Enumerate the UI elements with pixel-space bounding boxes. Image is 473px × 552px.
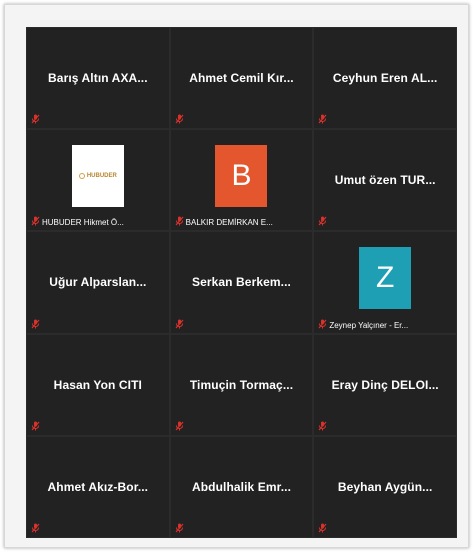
mic-muted-icon xyxy=(318,114,327,124)
participant-initial-avatar: B xyxy=(215,145,268,208)
participant-tile[interactable]: Beyhan Aygün... xyxy=(314,436,456,537)
participant-name: Uğur Alparslan... xyxy=(49,275,147,290)
participant-tile[interactable]: Uğur Alparslan... xyxy=(27,232,169,333)
mic-muted-icon xyxy=(175,421,184,431)
participant-name: Abdulhalik Emr... xyxy=(191,479,292,494)
participant-tile[interactable]: Ceyhun Eren AL... xyxy=(314,28,456,129)
mic-muted-icon xyxy=(31,319,40,329)
participant-tile[interactable]: Abdulhalik Emr... xyxy=(170,436,313,537)
participant-name-label: Zeynep Yalçıner - Er... xyxy=(329,320,409,330)
participant-tile[interactable]: Timuçin Tormaç... xyxy=(170,334,313,435)
mic-muted-icon xyxy=(318,523,327,533)
participant-tile[interactable]: B BALKIR DEMİRKAN E... xyxy=(170,130,313,231)
participant-tile[interactable]: Serkan Berkem... xyxy=(170,232,313,333)
mic-muted-icon xyxy=(318,421,327,431)
participant-name-label: HUBUDER Hikmet Ö... xyxy=(42,218,124,228)
participant-name: Barış Altın AXA... xyxy=(48,71,148,86)
mic-muted-icon xyxy=(175,523,184,533)
mic-muted-icon xyxy=(175,319,184,329)
mic-muted-icon xyxy=(175,114,184,124)
participant-tile[interactable]: Ahmet Akız-Bor... xyxy=(27,436,169,537)
participant-name: Timuçin Tormaç... xyxy=(189,377,294,392)
mic-muted-icon xyxy=(318,319,327,329)
participant-initial-avatar: Z xyxy=(359,247,412,310)
participant-name: Serkan Berkem... xyxy=(191,275,291,290)
participant-tile[interactable]: Umut özen TUR... xyxy=(314,130,456,231)
mic-muted-icon xyxy=(175,216,184,226)
participant-tile[interactable]: HUBUDER HUBUDER Hikmet Ö... xyxy=(27,130,169,231)
participant-name: Hasan Yon CITI xyxy=(53,377,142,392)
participant-tile[interactable]: Hasan Yon CITI xyxy=(27,334,169,435)
participant-tile[interactable]: Eray Dinç DELOI... xyxy=(314,334,456,435)
participant-name: Eray Dinç DELOI... xyxy=(331,377,439,392)
avatar-initial: Z xyxy=(375,261,395,295)
mic-muted-icon xyxy=(318,216,327,226)
mic-muted-icon xyxy=(31,523,40,533)
participant-name: Beyhan Aygün... xyxy=(337,479,433,494)
mic-muted-icon xyxy=(31,421,40,431)
participant-logo-avatar: HUBUDER xyxy=(71,145,124,208)
mic-muted-icon xyxy=(31,114,40,124)
hubuder-logo-icon xyxy=(78,173,85,180)
avatar-initial: B xyxy=(231,159,252,193)
participant-name: Umut özen TUR... xyxy=(334,173,436,188)
participant-name: Ceyhun Eren AL... xyxy=(332,71,438,86)
participant-name: Ahmet Akız-Bor... xyxy=(47,479,149,494)
mic-muted-icon xyxy=(31,216,40,226)
participant-tile[interactable]: Z Zeynep Yalçıner - Er... xyxy=(314,232,456,333)
logo-text: HUBUDER xyxy=(86,173,117,180)
screenshot-frame: Barış Altın AXA... Ahmet Cemil Kır... Ce… xyxy=(4,4,469,548)
participant-tile[interactable]: Barış Altın AXA... xyxy=(27,28,169,129)
participant-name: Ahmet Cemil Kır... xyxy=(189,71,294,86)
participant-tile[interactable]: Ahmet Cemil Kır... xyxy=(170,28,313,129)
participant-gallery: Barış Altın AXA... Ahmet Cemil Kır... Ce… xyxy=(26,27,457,538)
participant-name-label: BALKIR DEMİRKAN E... xyxy=(185,218,273,228)
